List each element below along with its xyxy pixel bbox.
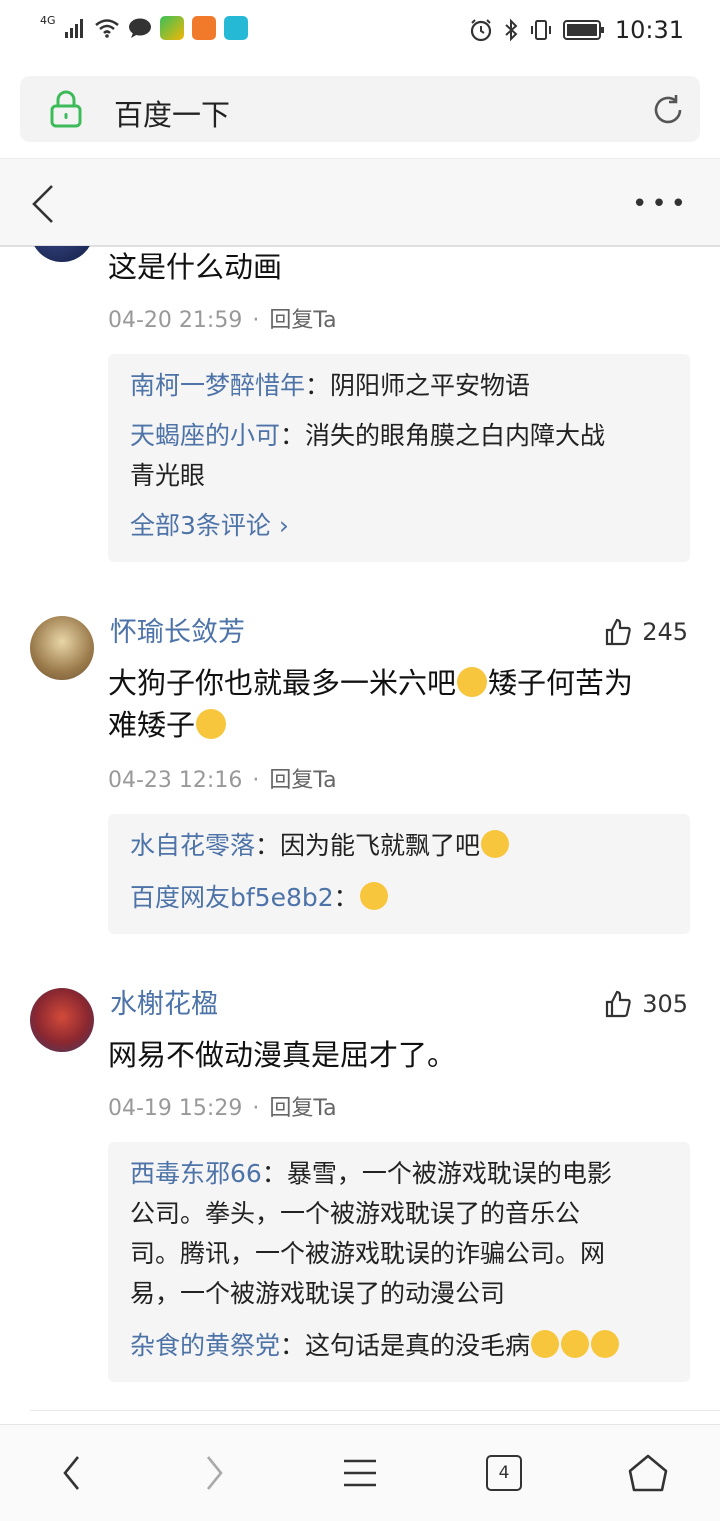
- reply-button[interactable]: 回复Ta: [269, 768, 336, 793]
- more-menu-icon[interactable]: •••: [632, 191, 690, 217]
- reply-user-link[interactable]: 杂食的黄祭党: [130, 1331, 280, 1360]
- avatar[interactable]: [30, 616, 94, 680]
- comment-username[interactable]: 水榭花楹: [110, 982, 218, 1021]
- like-count: 245: [642, 618, 688, 646]
- alarm-icon: [470, 19, 491, 42]
- laugh-cry-emoji-icon: [591, 1330, 620, 1358]
- home-icon[interactable]: [626, 1453, 670, 1493]
- thumbs-up-icon: [606, 618, 631, 646]
- wifi-icon: [94, 19, 119, 38]
- browser-toolbar: 4: [0, 1424, 720, 1521]
- address-bar[interactable]: 百度一下: [20, 76, 700, 142]
- back-icon[interactable]: [60, 1453, 84, 1493]
- ping-an-app-icon: [191, 16, 216, 40]
- reply-item: 杂食的黄祭党：这句话是真的没毛病: [130, 1326, 670, 1366]
- status-left: 4G: [40, 13, 248, 40]
- reply-user-link[interactable]: 西毒东邪66: [130, 1159, 262, 1188]
- status-right: 10:31: [469, 16, 684, 44]
- view-all-replies-link[interactable]: 全部3条评论 ›: [130, 506, 670, 546]
- back-arrow-icon[interactable]: [28, 183, 58, 225]
- message-icon: [128, 18, 151, 38]
- like-count: 305: [642, 990, 688, 1018]
- menu-icon[interactable]: [342, 1453, 378, 1493]
- comment-meta: 04-19 15:29 · 回复Ta: [108, 1096, 337, 1121]
- laugh-cry-emoji-icon: [561, 1330, 590, 1358]
- like-button[interactable]: 245: [604, 618, 688, 646]
- reply-box: 水自花零落：因为能飞就飘了吧 百度网友bf5e8b2：: [108, 814, 690, 934]
- reply-item: 水自花零落：因为能飞就飘了吧: [130, 826, 670, 866]
- laugh-cry-emoji-icon: [457, 667, 488, 697]
- reply-user-link[interactable]: 水自花零落: [130, 831, 255, 860]
- page-header: •••: [0, 158, 720, 247]
- comment-username[interactable]: 怀瑜长敛芳: [110, 610, 245, 649]
- signal-icon: [64, 19, 83, 38]
- reply-user-link[interactable]: 南柯一梦醉惜年: [130, 371, 305, 400]
- page-title: 百度一下: [114, 98, 231, 132]
- laugh-cry-emoji-icon: [481, 830, 510, 858]
- comment-meta: 04-20 21:59 · 回复Ta: [108, 308, 337, 333]
- reply-text-cont: 青光眼: [130, 461, 206, 490]
- comment-time: 04-20 21:59: [108, 308, 243, 333]
- reply-box: 南柯一梦醉惜年：阴阳师之平安物语 天蝎座的小可：消失的眼角膜之白内障大战 青光眼 …: [108, 354, 690, 562]
- refresh-icon[interactable]: [650, 92, 686, 128]
- clock: 10:31: [614, 16, 684, 44]
- reply-box: 西毒东邪66：暴雪，一个被游戏耽误的电影 公司。拳头，一个被游戏耽误了的音乐公 司。…: [108, 1142, 690, 1382]
- comment-text: 这是什么动画: [108, 250, 283, 284]
- tab-count: 4: [498, 1463, 510, 1483]
- reply-text: 消失的眼角膜之白内障大战: [305, 421, 606, 450]
- comment-list: 这是什么动画 04-20 21:59 · 回复Ta 南柯一梦醉惜年：阴阳师之平安物语…: [0, 246, 720, 1424]
- comment-meta: 04-23 12:16 · 回复Ta: [108, 768, 337, 793]
- reply-text: 阴阳师之平安物语: [330, 371, 531, 400]
- comment-text: 大狗子你也就最多一米六吧 矮子何苦为 难矮子: [108, 666, 634, 742]
- divider: [30, 1410, 720, 1411]
- thumbs-up-icon: [606, 990, 631, 1018]
- avatar[interactable]: [30, 988, 94, 1052]
- forward-icon[interactable]: [202, 1453, 226, 1493]
- network-type: 4G: [40, 13, 56, 27]
- status-bar: 4G 10:31: [0, 0, 720, 62]
- reader-app-icon: [223, 16, 248, 40]
- smile-emoji-icon: [359, 882, 388, 910]
- vibrate-icon: [530, 20, 551, 40]
- reply-item: 天蝎座的小可：消失的眼角膜之白内障大战 青光眼: [130, 421, 606, 490]
- laugh-cry-emoji-icon: [531, 1330, 560, 1358]
- avatar[interactable]: [30, 246, 94, 262]
- reply-item: 百度网友bf5e8b2：: [130, 878, 670, 918]
- video-app-icon: [159, 16, 184, 40]
- reply-text: 因为能飞就飘了吧: [280, 831, 481, 860]
- comment-text: 网易不做动漫真是屈才了。: [108, 1038, 457, 1072]
- reply-user-link[interactable]: 百度网友bf5e8b2: [130, 883, 334, 912]
- battery-icon: [562, 20, 604, 40]
- like-button[interactable]: 305: [604, 990, 688, 1018]
- lock-icon: [50, 90, 82, 128]
- laugh-cry-emoji-icon: [196, 709, 227, 739]
- bluetooth-icon: [505, 18, 518, 42]
- reply-user-link[interactable]: 天蝎座的小可: [130, 421, 280, 450]
- comment-time: 04-23 12:16: [108, 768, 243, 793]
- reply-text: 这句话是真的没毛病: [305, 1331, 531, 1360]
- reply-button[interactable]: 回复Ta: [269, 1096, 336, 1121]
- reply-item: 南柯一梦醉惜年：阴阳师之平安物语: [130, 371, 531, 400]
- comment-time: 04-19 15:29: [108, 1096, 243, 1121]
- tabs-button[interactable]: 4: [486, 1455, 522, 1491]
- reply-button[interactable]: 回复Ta: [269, 308, 336, 333]
- reply-item: 西毒东邪66：暴雪，一个被游戏耽误的电影 公司。拳头，一个被游戏耽误了的音乐公 司。…: [130, 1159, 612, 1308]
